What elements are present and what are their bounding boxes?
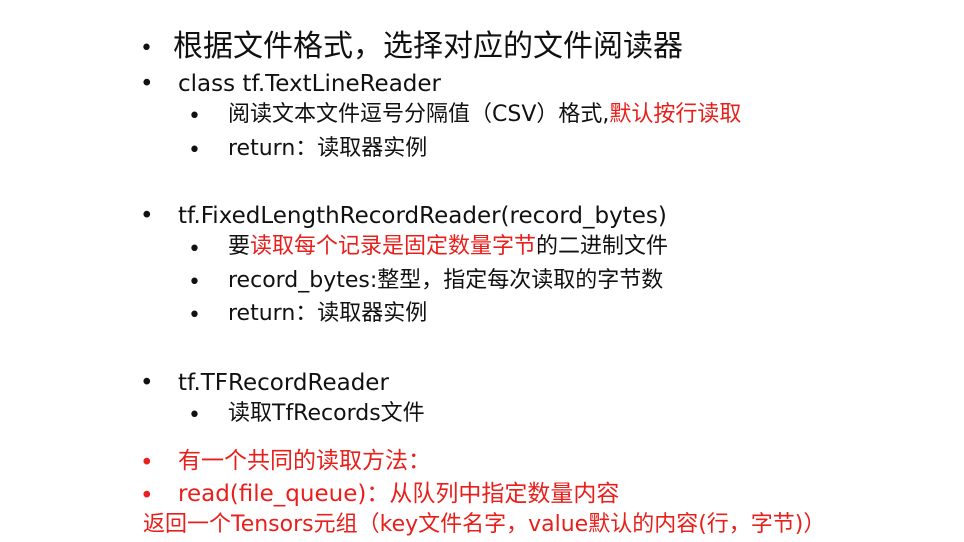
textline-reader-return: return：读取器实例 bbox=[228, 136, 428, 161]
bullet: • bbox=[140, 483, 154, 509]
fixedlength-desc-highlight: 读取每个记录是固定数量字节 bbox=[250, 234, 537, 259]
fixedlength-desc-prefix: 要 bbox=[228, 234, 251, 259]
textline-reader-title: class tf.TextLineReader bbox=[178, 71, 442, 97]
bullet: • bbox=[188, 138, 201, 163]
textline-reader-highlight: 默认按行读取 bbox=[609, 102, 742, 127]
bullet: • bbox=[140, 370, 154, 396]
common-method-return: 返回一个Tensors元组（key文件名字，value默认的内容(行，字节)） bbox=[143, 512, 826, 537]
bullet: • bbox=[140, 450, 154, 476]
fixedlength-reader-title: tf.FixedLengthRecordReader(record_bytes) bbox=[178, 203, 667, 229]
bullet: • bbox=[188, 237, 201, 262]
bullet: • bbox=[140, 71, 154, 97]
fixedlength-reader-desc: 要读取每个记录是固定数量字节的二进制文件 bbox=[228, 236, 668, 258]
heading: 根据文件格式，选择对应的文件阅读器 bbox=[173, 29, 683, 64]
textline-reader-desc-text: 阅读文本文件逗号分隔值（CSV）格式, bbox=[228, 102, 610, 127]
bullet: • bbox=[188, 270, 201, 295]
fixedlength-desc-suffix: 的二进制文件 bbox=[536, 234, 669, 259]
common-method-read: read(file_queue)：从队列中指定数量内容 bbox=[178, 481, 620, 507]
bullet: • bbox=[140, 203, 154, 229]
bullet: • bbox=[140, 36, 153, 61]
fixedlength-reader-param: record_bytes:整型，指定每次读取的字节数 bbox=[228, 268, 664, 293]
bullet: • bbox=[188, 403, 201, 428]
bullet: • bbox=[188, 303, 201, 328]
tfrecord-reader-title: tf.TFRecordReader bbox=[178, 370, 389, 396]
fixedlength-reader-return: return：读取器实例 bbox=[228, 301, 428, 326]
textline-reader-desc: 阅读文本文件逗号分隔值（CSV）格式,默认按行读取 bbox=[228, 104, 741, 126]
common-method-intro: 有一个共同的读取方法： bbox=[178, 448, 431, 474]
tfrecord-reader-desc: 读取TfRecords文件 bbox=[228, 401, 425, 426]
bullet: • bbox=[188, 104, 201, 129]
